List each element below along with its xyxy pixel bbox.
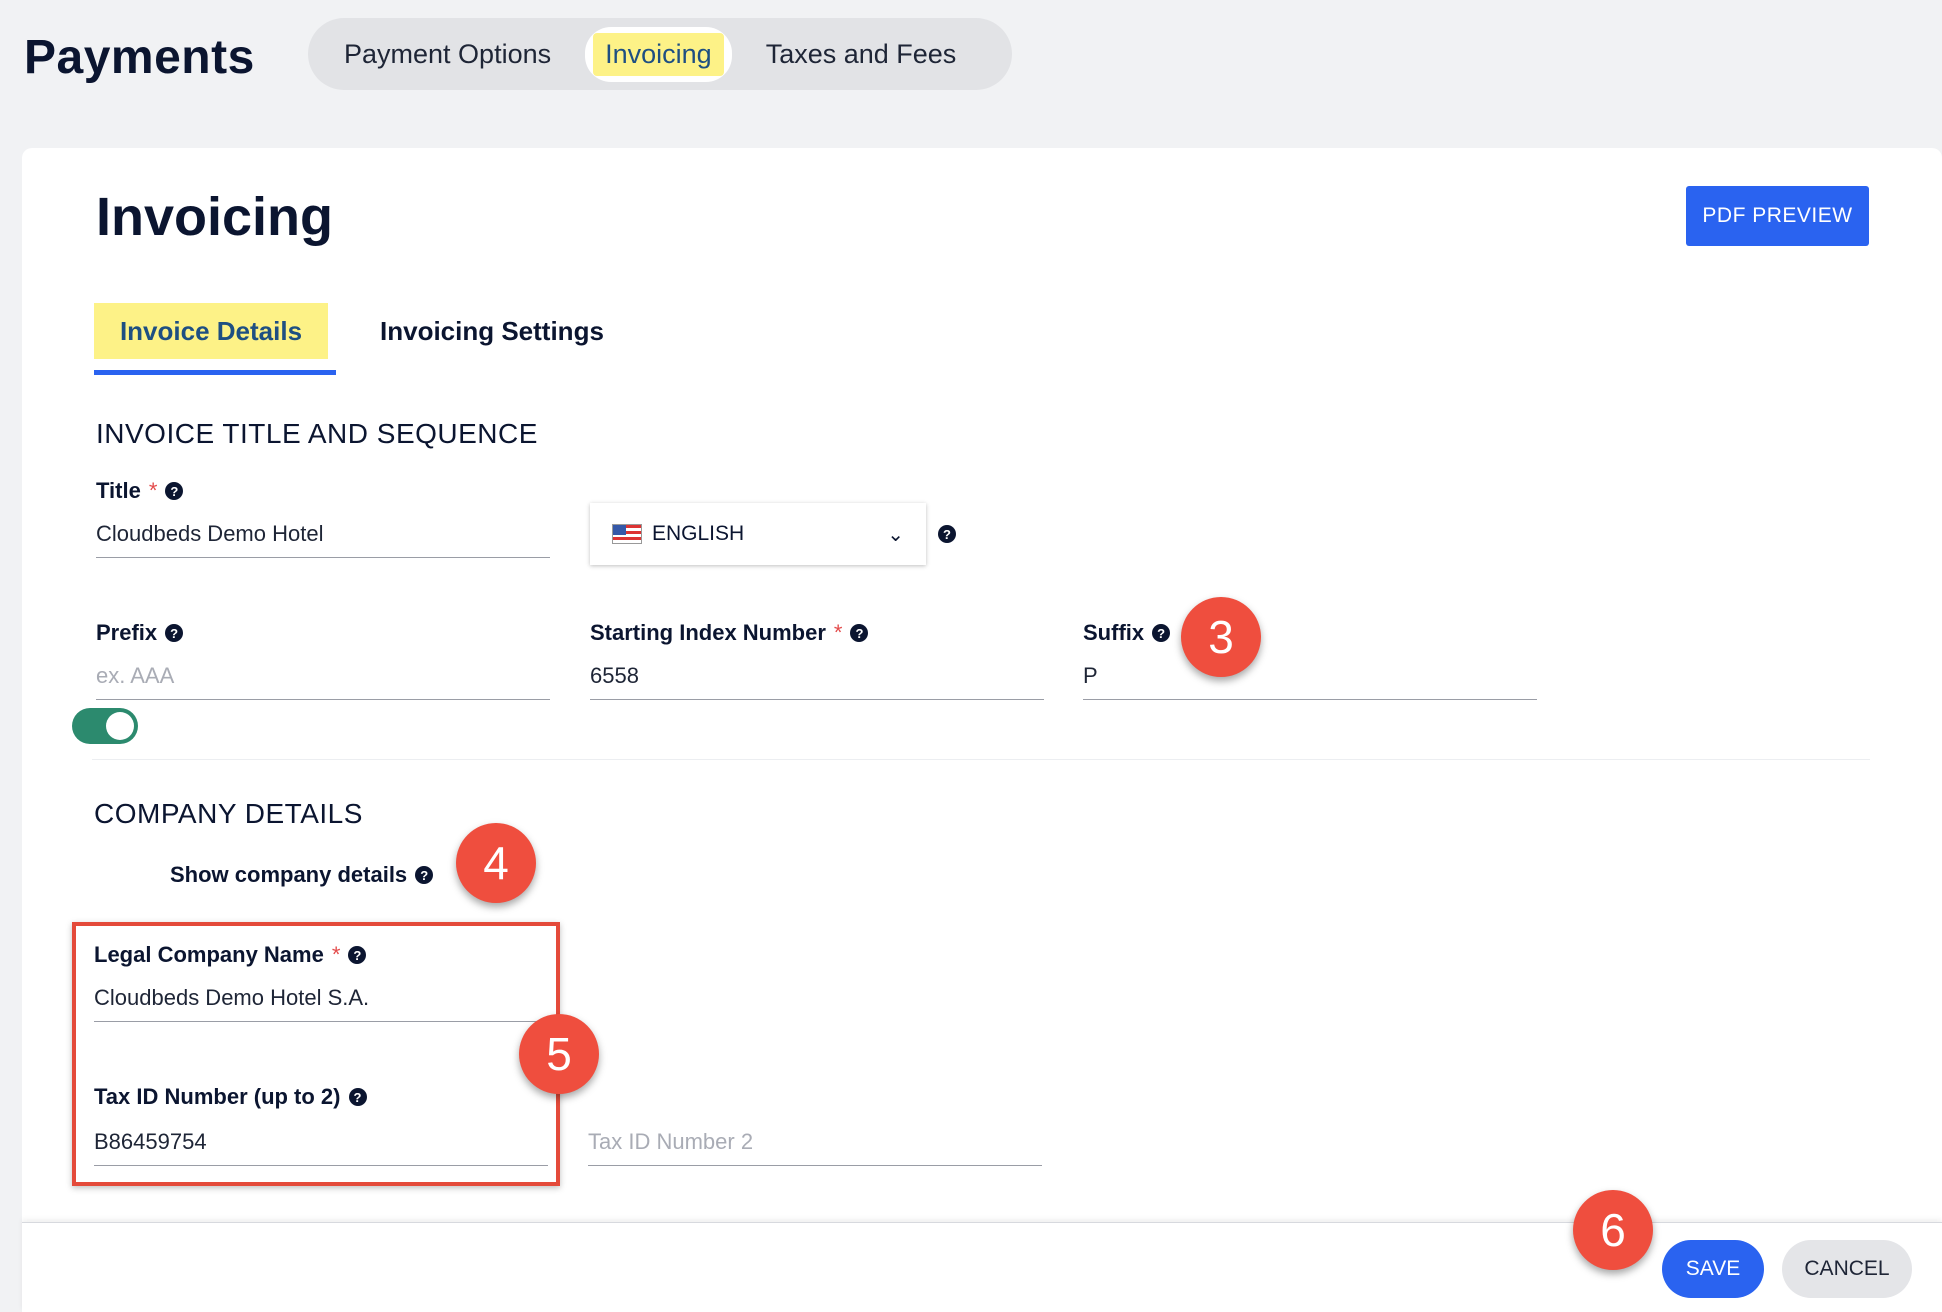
callout-highlight-box xyxy=(72,922,560,1186)
help-icon[interactable]: ? xyxy=(165,482,184,500)
subtab-invoice-details[interactable]: Invoice Details xyxy=(94,303,336,375)
required-asterisk: * xyxy=(148,478,158,503)
cancel-button[interactable]: CANCEL xyxy=(1782,1240,1912,1298)
section-divider xyxy=(92,759,1870,760)
suffix-label: Suffix ? xyxy=(1083,620,1171,646)
help-icon[interactable]: ? xyxy=(850,624,869,642)
title-label: Title * ? xyxy=(96,478,184,504)
tab-invoicing-label: Invoicing xyxy=(593,32,724,76)
starting-index-label-text: Starting Index Number xyxy=(590,620,826,645)
show-company-label-text: Show company details xyxy=(170,862,408,887)
chevron-down-icon: ⌄ xyxy=(887,523,904,546)
subtab-invoicing-settings[interactable]: Invoicing Settings xyxy=(380,303,604,375)
company-heading: COMPANY DETAILS xyxy=(94,798,363,829)
prefix-label: Prefix ? xyxy=(96,620,184,646)
title-input[interactable]: Cloudbeds Demo Hotel xyxy=(96,510,550,558)
tab-taxes-and-fees[interactable]: Taxes and Fees xyxy=(748,29,975,80)
starting-index-input[interactable]: 6558 xyxy=(590,652,1044,700)
top-tab-bar: Payment Options Invoicing Taxes and Fees xyxy=(308,18,1012,90)
pdf-preview-button[interactable]: PDF PREVIEW xyxy=(1686,186,1869,246)
callout-badge-3: 3 xyxy=(1181,597,1261,677)
suffix-input[interactable]: P xyxy=(1083,652,1537,700)
prefix-input[interactable]: ex. AAA xyxy=(96,652,550,700)
sequence-heading: INVOICE TITLE AND SEQUENCE xyxy=(96,418,538,449)
tab-payment-options[interactable]: Payment Options xyxy=(326,29,569,80)
us-flag-icon xyxy=(612,524,642,544)
card-title: Invoicing xyxy=(96,187,334,247)
show-company-label: Show company details ? xyxy=(170,862,434,888)
starting-index-value: 6558 xyxy=(590,662,639,688)
title-input-value: Cloudbeds Demo Hotel xyxy=(96,520,324,546)
help-icon[interactable]: ? xyxy=(1152,624,1171,642)
tax-id-2-placeholder: Tax ID Number 2 xyxy=(588,1128,754,1154)
subtab-invoice-details-label: Invoice Details xyxy=(94,303,328,359)
title-label-text: Title xyxy=(96,478,141,503)
sub-tab-bar: Invoice Details Invoicing Settings xyxy=(94,303,604,375)
prefix-placeholder: ex. AAA xyxy=(96,662,175,688)
language-select[interactable]: ENGLISH ⌄ xyxy=(590,503,926,565)
help-icon[interactable]: ? xyxy=(165,624,184,642)
callout-badge-5: 5 xyxy=(519,1014,599,1094)
starting-index-label: Starting Index Number * ? xyxy=(590,620,869,646)
prefix-label-text: Prefix xyxy=(96,620,158,645)
tax-id-2-input[interactable]: Tax ID Number 2 xyxy=(588,1118,1042,1166)
page-title: Payments xyxy=(24,31,255,84)
help-icon[interactable]: ? xyxy=(415,866,434,884)
suffix-value: P xyxy=(1083,662,1098,688)
help-icon[interactable]: ? xyxy=(938,525,956,543)
required-asterisk: * xyxy=(833,620,843,645)
tab-invoicing[interactable]: Invoicing xyxy=(585,26,732,82)
callout-badge-6: 6 xyxy=(1573,1190,1653,1270)
suffix-label-text: Suffix xyxy=(1083,620,1145,645)
save-button[interactable]: SAVE xyxy=(1662,1240,1764,1298)
callout-badge-4: 4 xyxy=(456,823,536,903)
show-company-toggle[interactable] xyxy=(72,708,138,744)
language-value: ENGLISH xyxy=(652,522,745,545)
footer-bar xyxy=(22,1222,1942,1312)
